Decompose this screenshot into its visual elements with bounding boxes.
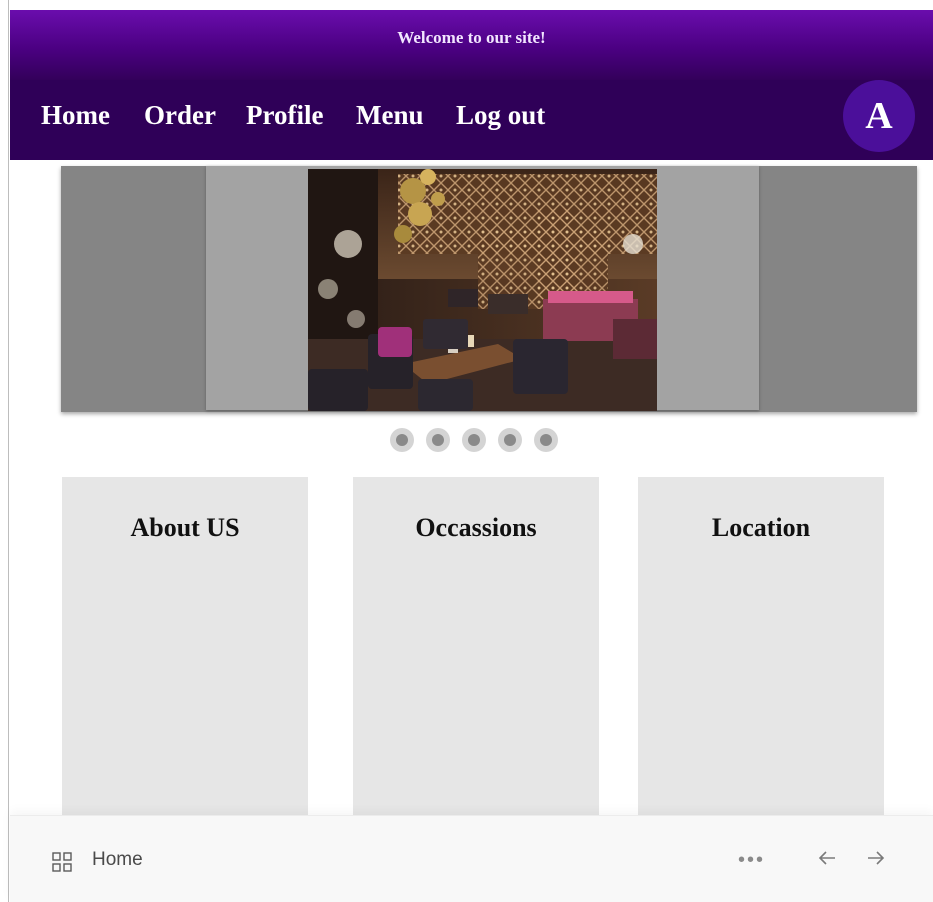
forward-arrow-icon[interactable]	[865, 848, 885, 873]
more-icon[interactable]: •••	[738, 850, 765, 870]
bottom-toolbar: Home •••	[10, 815, 933, 902]
restaurant-photo-svg	[308, 169, 657, 411]
carousel-dot-2[interactable]	[426, 428, 450, 452]
card-title-about: About US	[130, 513, 240, 542]
carousel-dot-1[interactable]	[390, 428, 414, 452]
nav-profile-link[interactable]: Profile	[246, 100, 323, 131]
location-card: Location	[638, 477, 884, 822]
image-carousel	[61, 166, 917, 412]
avatar[interactable]: A	[843, 80, 915, 152]
page-name-label: Home	[92, 849, 143, 870]
nav-menu-link[interactable]: Menu	[356, 100, 424, 131]
main-navbar: Home Order Profile Menu Log out A	[10, 80, 933, 160]
card-title-occasions: Occassions	[415, 513, 537, 542]
nav-order-link[interactable]: Order	[144, 100, 216, 131]
carousel-dots	[390, 428, 570, 452]
card-title-location: Location	[711, 513, 811, 542]
carousel-dot-3[interactable]	[462, 428, 486, 452]
occasions-card: Occassions	[353, 477, 599, 822]
carousel-dot-4[interactable]	[498, 428, 522, 452]
grid-icon[interactable]	[52, 852, 72, 872]
back-arrow-icon[interactable]	[818, 848, 838, 873]
avatar-initial: A	[865, 95, 893, 137]
carousel-dot-5[interactable]	[534, 428, 558, 452]
nav-logout-link[interactable]: Log out	[456, 100, 545, 131]
welcome-text: Welcome to our site!	[397, 28, 546, 47]
welcome-banner: Welcome to our site!	[10, 10, 933, 80]
left-border	[0, 0, 9, 902]
about-us-card: About US	[62, 477, 308, 822]
restaurant-photo	[308, 169, 657, 411]
nav-home-link[interactable]: Home	[41, 100, 110, 131]
